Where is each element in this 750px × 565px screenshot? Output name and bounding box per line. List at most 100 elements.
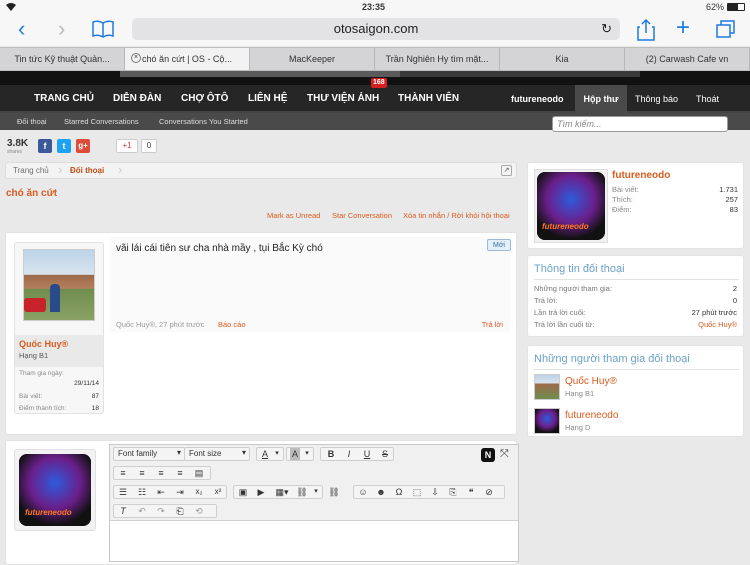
paste-icon[interactable]: ⎗ [174, 505, 186, 517]
insert-media-icon[interactable]: ⬚ [411, 486, 423, 498]
emoji-icon[interactable]: ☻ [375, 486, 387, 498]
chevron-down-icon: ▾ [176, 448, 181, 457]
profile-points: 83 [729, 205, 738, 214]
nav-gallery[interactable]: THƯ VIỆN ẢNH [307, 85, 379, 113]
last-replier-link[interactable]: Quốc Huy® [698, 320, 737, 329]
breadcrumb-home[interactable]: Trang chủ [13, 163, 49, 178]
image-icon[interactable]: ▣ [237, 486, 249, 498]
outdent-icon[interactable]: ⇤ [155, 486, 167, 498]
reload-icon[interactable]: ↻ [601, 18, 612, 40]
subnav-starred[interactable]: Starred Conversations [64, 113, 139, 130]
close-tab-icon[interactable]: × [131, 53, 141, 63]
nav-notifications[interactable]: Thông báo [635, 85, 678, 113]
print-icon[interactable]: ▤ [193, 467, 205, 479]
align-right-icon[interactable]: ≡ [155, 467, 167, 479]
nav-market[interactable]: CHỢ ÔTÔ [181, 85, 228, 113]
undo-icon[interactable]: ↶ [136, 505, 148, 517]
google-plus-icon[interactable]: g+ [76, 139, 90, 153]
gplus-one-button[interactable]: +1 [116, 139, 138, 153]
table-icon[interactable]: ▦▾ [273, 486, 291, 498]
restore-draft-icon[interactable]: ⟲ [193, 505, 205, 517]
text-color-button[interactable]: A ▾ [256, 447, 284, 461]
participant-avatar[interactable] [534, 374, 560, 400]
tabs-overview-icon[interactable] [716, 20, 736, 40]
italic-icon[interactable]: I [343, 448, 355, 460]
nav-members[interactable]: THÀNH VIÊN [398, 85, 459, 113]
profile-points-label: Điểm: [612, 205, 632, 214]
profile-card: futureneodo futureneodo Bài viết: 1.731 T… [527, 162, 744, 249]
twitter-icon[interactable]: t [57, 139, 71, 153]
superscript-icon[interactable]: x² [212, 486, 224, 498]
code-icon[interactable]: ⎘ [447, 486, 459, 498]
nav-contact[interactable]: LIÊN HỆ [248, 85, 287, 113]
expand-icon[interactable]: ↗ [501, 165, 512, 176]
participant-name[interactable]: futureneodo [565, 410, 618, 421]
profile-name[interactable]: futureneodo [612, 170, 670, 181]
bookmarks-icon[interactable] [92, 20, 114, 40]
strikethrough-icon[interactable]: S [379, 448, 391, 460]
unlink-icon[interactable]: ⛓ [328, 486, 340, 498]
nav-username[interactable]: futureneodo [511, 85, 564, 113]
tab-1[interactable]: × chó ăn cứt | OS - Cộ... [125, 48, 250, 70]
smiley-icon[interactable]: ☺ [357, 486, 369, 498]
bg-color-button[interactable]: A ▾ [286, 447, 314, 461]
new-tab-icon[interactable]: + [676, 15, 690, 41]
tab-3[interactable]: Trần Nghiên Hy tìm mặt... [375, 48, 500, 70]
report-link[interactable]: Báo cáo [218, 320, 246, 329]
forward-button[interactable]: › [58, 17, 65, 41]
tab-4[interactable]: Kia [500, 48, 625, 70]
source-mode-icon[interactable]: N [481, 448, 495, 462]
message-meta: Quốc Huy®, 27 phút trước [116, 320, 205, 329]
bold-icon[interactable]: B [325, 448, 337, 460]
tab-2[interactable]: MacKeeper [250, 48, 375, 70]
subnav-started[interactable]: Conversations You Started [159, 113, 248, 130]
nav-inbox[interactable]: Hộp thư [575, 85, 627, 113]
align-left-icon[interactable]: ≡ [117, 467, 129, 479]
tab-label: Tin tức Kỹ thuật Quản... [14, 54, 110, 64]
participant-avatar[interactable] [534, 408, 560, 434]
chevron-down-icon: ▾ [314, 488, 318, 495]
align-center-icon[interactable]: ≡ [136, 467, 148, 479]
tab-5[interactable]: (2) Carwash Cafe vn [625, 48, 750, 70]
nav-logout[interactable]: Thoát [696, 85, 719, 113]
font-size-select[interactable]: Font size ▾ [184, 447, 250, 461]
bullet-list-icon[interactable]: ☰ [117, 486, 129, 498]
author-name[interactable]: Quốc Huy® [19, 339, 68, 349]
subnav-conversations[interactable]: Đối thoại [17, 113, 47, 130]
tab-0[interactable]: Tin tức Kỹ thuật Quản... [0, 48, 125, 70]
special-char-icon[interactable]: Ω [393, 486, 405, 498]
search-input[interactable]: Tìm kiếm... [552, 116, 728, 132]
upload-icon[interactable]: ⇩ [429, 486, 441, 498]
quote-icon[interactable]: ❝ [465, 486, 477, 498]
redo-icon[interactable]: ↷ [155, 505, 167, 517]
clear-format-icon[interactable]: T [117, 505, 129, 517]
align-justify-icon[interactable]: ≡ [174, 467, 186, 479]
star-conversation-link[interactable]: Star Conversation [332, 211, 392, 220]
participant-name[interactable]: Quốc Huy® [565, 376, 617, 387]
address-bar[interactable]: otosaigon.com ↻ [132, 18, 620, 40]
hide-icon[interactable]: ⊘ [483, 486, 495, 498]
breadcrumb-current[interactable]: Đối thoại [70, 163, 104, 178]
reply-avatar[interactable]: futureneodo [19, 454, 91, 526]
editor[interactable]: Font family ▾ Font size ▾ A ▾ A ▾ B I U S N … [109, 444, 519, 562]
back-button[interactable]: ‹ [18, 17, 25, 41]
nav-forum[interactable]: DIỄN ĐÀN [113, 85, 161, 113]
share-icon[interactable] [637, 18, 655, 43]
numbered-list-icon[interactable]: ☷ [136, 486, 148, 498]
media-icon[interactable]: ▶ [255, 486, 267, 498]
reply-link[interactable]: Trả lời [482, 320, 503, 329]
profile-avatar[interactable]: futureneodo [537, 172, 605, 240]
indent-icon[interactable]: ⇥ [174, 486, 186, 498]
font-family-select[interactable]: Font family ▾ [113, 447, 185, 461]
fullscreen-icon[interactable]: ⤧ [500, 448, 509, 461]
author-avatar[interactable] [23, 249, 95, 321]
leave-conversation-link[interactable]: Xóa tin nhắn / Rời khỏi hội thoại [403, 211, 510, 220]
underline-icon[interactable]: U [361, 448, 373, 460]
subscript-icon[interactable]: x₂ [193, 486, 205, 498]
link-icon[interactable]: ⛓ [296, 486, 308, 498]
mark-unread-link[interactable]: Mark as Unread [267, 211, 320, 220]
nav-home[interactable]: TRANG CHỦ [34, 85, 94, 113]
replies-label: Trả lời: [534, 296, 558, 305]
clock: 23:35 [362, 2, 386, 12]
facebook-icon[interactable]: f [38, 139, 52, 153]
